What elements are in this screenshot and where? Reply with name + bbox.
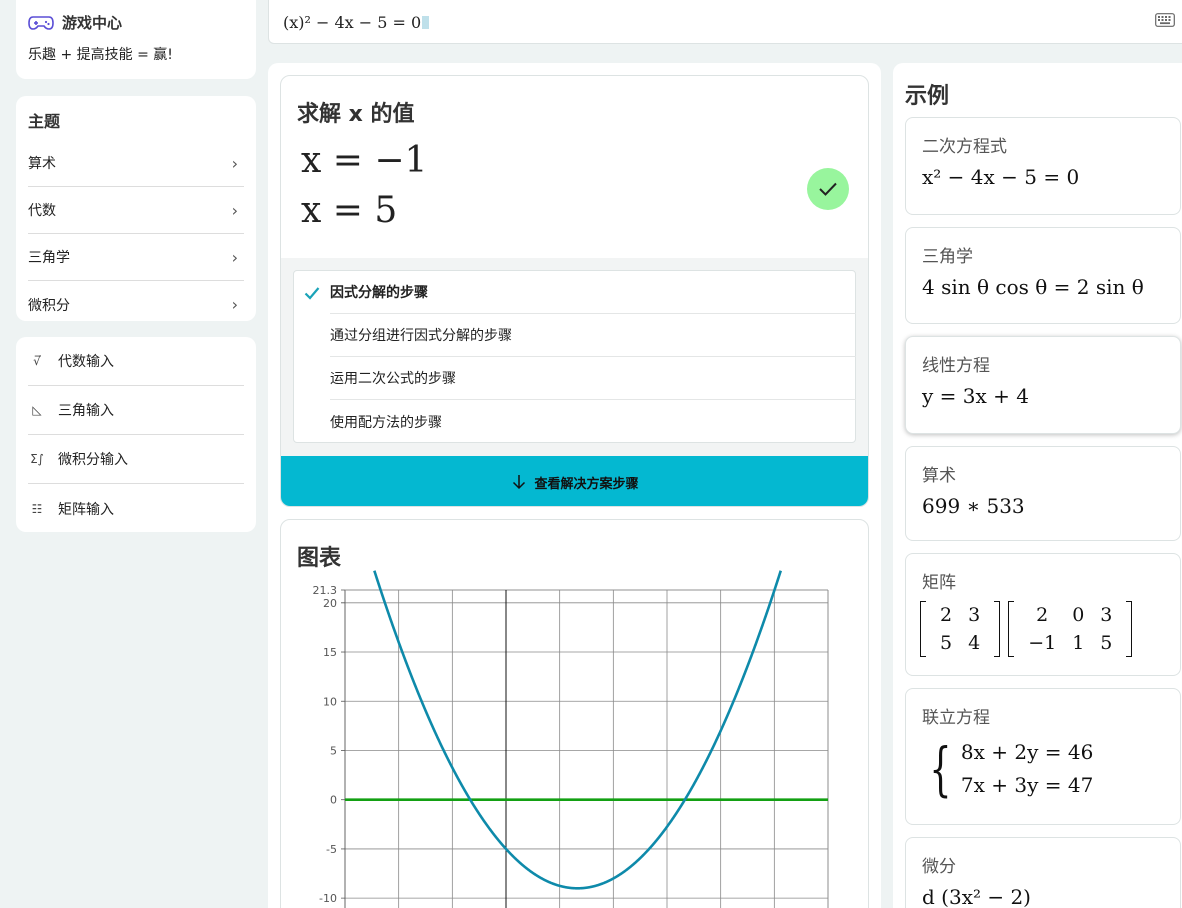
topic-label: 三角学: [28, 250, 70, 266]
example-arithmetic[interactable]: 算术 699 ∗ 533: [905, 446, 1181, 541]
game-center-subtitle: 乐趣 + 提高技能 = 赢!: [28, 47, 173, 63]
graph-plot[interactable]: 21.320 15 10 5 0 -5 -10: [281, 520, 869, 908]
y-tick-label: 5: [330, 744, 337, 757]
topic-label: 微积分: [28, 297, 70, 314]
example-label: 线性方程: [922, 356, 990, 376]
check-icon: [304, 287, 320, 300]
chevron-right-icon: ›: [231, 247, 238, 267]
y-tick-label: 20: [323, 597, 337, 610]
input-modes-card: √̅ 代数输入 ◺ 三角输入 Σ∫ 微积分输入 ☷ 矩阵输入: [16, 337, 256, 532]
step-option-factoring[interactable]: 因式分解的步骤: [330, 271, 856, 314]
topics-card: 主题 算术 › 代数 › 三角学 › 微积分 ›: [16, 96, 256, 321]
example-math: 4 sin θ cos θ = 2 sin θ: [922, 275, 1144, 299]
series-parabola-curve: [373, 570, 783, 890]
topics-heading: 主题: [28, 112, 61, 131]
example-trigonometry[interactable]: 三角学 4 sin θ cos θ = 2 sin θ: [905, 227, 1181, 324]
chevron-right-icon: ›: [231, 295, 238, 314]
math-input-expression[interactable]: (x)² − 4x − 5 = 0: [283, 13, 421, 32]
input-label: 矩阵输入: [58, 501, 114, 518]
equation-line: 7x + 3y = 47: [960, 773, 1094, 797]
brace-glyph: {: [929, 735, 952, 803]
examples-heading: 示例: [905, 84, 950, 109]
view-steps-label: 查看解决方案步骤: [534, 476, 639, 492]
sqrt-icon: √̅: [33, 354, 41, 368]
arrow-down-icon: [513, 475, 526, 490]
topic-item-trigonometry[interactable]: 三角学 ›: [28, 234, 244, 281]
example-math: x² − 4x − 5 = 0: [922, 165, 1080, 189]
trig-input-item[interactable]: ◺ 三角输入: [28, 386, 244, 435]
step-option-completing-square[interactable]: 使用配方法的步骤: [330, 400, 856, 443]
topic-label: 代数: [28, 203, 56, 219]
keyboard-icon[interactable]: [1155, 13, 1175, 27]
answer-line: x = 5: [301, 190, 398, 231]
view-solution-steps-button[interactable]: 查看解决方案步骤: [281, 456, 868, 506]
example-math: d (3x² − 2): [922, 885, 1031, 908]
topic-item-calculus[interactable]: 微积分 ›: [28, 281, 244, 328]
equation-line: 8x + 2y = 46: [960, 740, 1094, 764]
input-label: 代数输入: [58, 354, 114, 370]
input-label: 三角输入: [58, 403, 114, 419]
example-math: 699 ∗ 533: [922, 494, 1025, 518]
example-label: 联立方程: [922, 708, 990, 728]
y-tick-label: 10: [323, 695, 337, 708]
example-matrix[interactable]: 矩阵 23 54 203 −1 1 5: [905, 553, 1181, 676]
calculus-input-item[interactable]: Σ∫ 微积分输入: [28, 435, 244, 484]
example-differentiation[interactable]: 微分 d (3x² − 2): [905, 837, 1181, 908]
chevron-right-icon: ›: [231, 200, 238, 220]
matrix-b: 203 −1 1 5: [1008, 601, 1133, 657]
example-label: 算术: [922, 466, 956, 486]
topic-item-algebra[interactable]: 代数 ›: [28, 187, 244, 234]
example-matrix-math: 23 54 203 −1 1 5: [920, 601, 1164, 657]
example-label: 二次方程式: [922, 137, 1007, 157]
example-simultaneous[interactable]: 联立方程 { 8x + 2y = 46 7x + 3y = 47: [905, 688, 1181, 825]
y-tick-label: 21.3: [313, 584, 338, 597]
verified-check-icon: [807, 168, 849, 210]
topic-item-arithmetic[interactable]: 算术 ›: [28, 140, 244, 187]
algebra-input-item[interactable]: √̅ 代数输入: [28, 337, 244, 386]
y-tick-label: -5: [326, 843, 337, 856]
example-system-math: { 8x + 2y = 46 7x + 3y = 47: [922, 736, 1093, 802]
chevron-right-icon: ›: [231, 153, 238, 173]
y-tick-label: -10: [319, 892, 337, 905]
step-option-grouping[interactable]: 通过分组进行因式分解的步骤: [330, 314, 856, 357]
sigma-integral-icon: Σ∫: [30, 452, 44, 466]
y-tick-label: 15: [323, 646, 337, 659]
solution-card: 求解 x 的值 x = −1 x = 5 因式分解的步骤 通过分组进行因式分解的…: [280, 75, 869, 507]
math-input-bar[interactable]: (x)² − 4x − 5 = 0: [268, 0, 1182, 44]
step-option-quadratic-formula[interactable]: 运用二次公式的步骤: [330, 357, 856, 400]
steps-list: 因式分解的步骤 通过分组进行因式分解的步骤 运用二次公式的步骤 使用配方法的步骤: [293, 270, 856, 443]
gamepad-icon: [28, 15, 54, 30]
text-cursor: [422, 15, 430, 29]
example-quadratic[interactable]: 二次方程式 x² − 4x − 5 = 0: [905, 117, 1181, 215]
topic-label: 算术: [28, 156, 56, 172]
game-center-card[interactable]: 游戏中心 乐趣 + 提高技能 = 赢!: [16, 0, 256, 79]
triangle-icon: ◺: [32, 403, 42, 417]
example-label: 微分: [922, 857, 956, 877]
matrix-input-item[interactable]: ☷ 矩阵输入: [28, 484, 244, 533]
answer-line: x = −1: [301, 140, 428, 181]
example-label: 三角学: [922, 247, 973, 267]
example-linear[interactable]: 线性方程 y = 3x + 4: [905, 336, 1181, 434]
steps-area: 因式分解的步骤 通过分组进行因式分解的步骤 运用二次公式的步骤 使用配方法的步骤: [281, 258, 868, 456]
y-tick-label: 0: [330, 794, 337, 807]
example-label: 矩阵: [922, 573, 956, 593]
game-center-title: 游戏中心: [62, 14, 123, 32]
input-label: 微积分输入: [58, 452, 128, 468]
solution-heading: 求解 x 的值: [297, 102, 415, 127]
matrix-a: 23 54: [920, 601, 1001, 657]
matrix-icon: ☷: [31, 501, 43, 516]
graph-card: 图表 21.3 20 15 10 5 0 -5 -10: [280, 519, 869, 908]
example-math: y = 3x + 4: [922, 384, 1029, 408]
